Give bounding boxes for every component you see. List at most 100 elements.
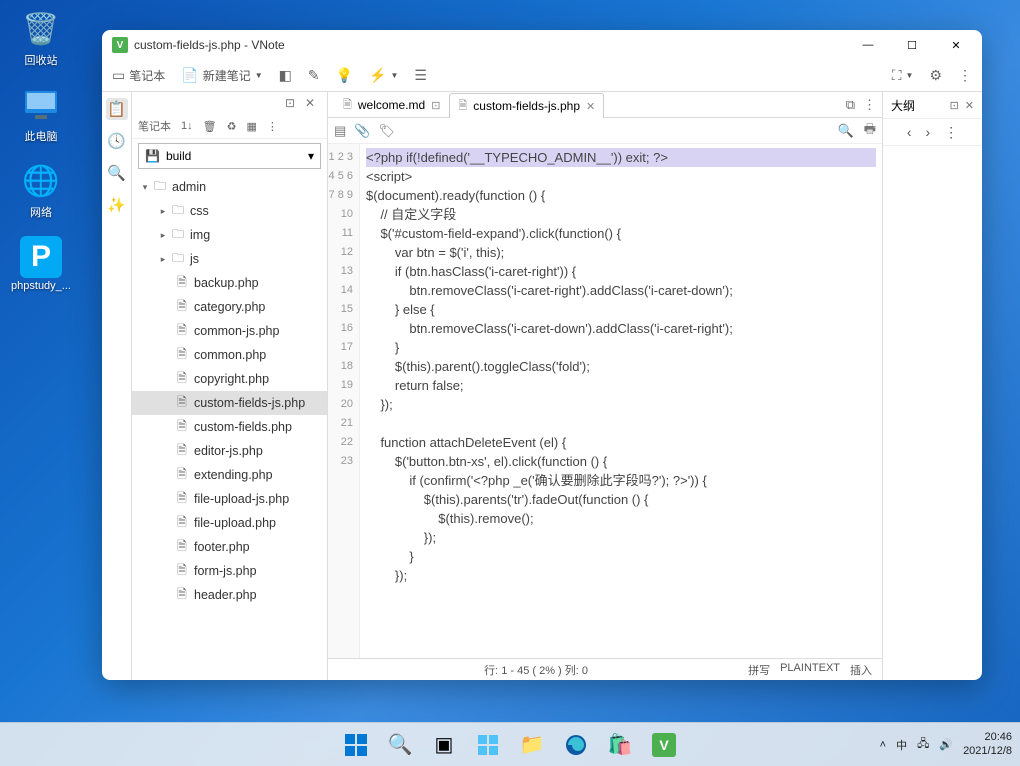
attach-icon[interactable]: 📎 (354, 123, 370, 139)
desktop-network[interactable]: 🌐网络 (8, 160, 74, 220)
vnote-window: V custom-fields-js.php - VNote ― ☐ ✕ ▭笔记… (102, 30, 982, 680)
taskbar-search[interactable]: 🔍 (381, 726, 419, 764)
copy-icon[interactable]: ⧉ (846, 97, 855, 113)
delete-icon[interactable]: 🗑 (203, 120, 217, 133)
activity-history[interactable]: 🕓 (106, 130, 128, 152)
more-icon[interactable]: ⋮ (267, 120, 278, 133)
app-icon: V (112, 37, 128, 53)
tool-2[interactable]: ✎ (304, 64, 324, 87)
chevron-down-icon: ▾ (308, 149, 314, 163)
tree-file[interactable]: 🗎custom-fields.php (132, 415, 327, 439)
tray-ime[interactable]: 中 (896, 737, 907, 753)
notes-pane: ⊡ ✕ 笔记本 1↓ 🗑 ♻ ▦ ⋮ 💾 build ▾ ▾🗀admin▸🗀cs… (132, 92, 328, 680)
status-mode[interactable]: 插入 (850, 662, 872, 678)
tree-folder[interactable]: ▸🗀js (132, 247, 327, 271)
pane-close-icon[interactable]: ✕ (965, 99, 974, 112)
tool-4[interactable]: ⚡▼ (365, 64, 402, 87)
tree-file[interactable]: 🗎footer.php (132, 535, 327, 559)
taskbar-vnote[interactable]: V (645, 726, 683, 764)
statusbar: 行: 1 - 45 ( 2% ) 列: 0 拼写 PLAINTEXT 插入 (328, 658, 882, 680)
code-editor[interactable]: 1 2 3 4 5 6 7 8 9 10 11 12 13 14 15 16 1… (328, 144, 882, 658)
notes-pane-header: ⊡ ✕ (132, 92, 327, 114)
pane-menu-icon[interactable]: ⊡ (950, 99, 959, 112)
window-title: custom-fields-js.php - VNote (134, 38, 846, 52)
notebook-icon: ▭ (112, 67, 125, 84)
tree-file[interactable]: 🗎file-upload.php (132, 511, 327, 535)
print-icon[interactable]: 🖶 (864, 120, 876, 142)
tool-5[interactable]: ☰ (410, 64, 431, 87)
tree-file[interactable]: 🗎common.php (132, 343, 327, 367)
tray-sound-icon[interactable]: 🔊 (939, 738, 953, 751)
outline-title: 大纲 (891, 97, 944, 114)
new-note-button[interactable]: 📄新建笔记▼ (177, 64, 266, 87)
settings-button[interactable]: ⚙ (925, 64, 946, 87)
nav-more-icon[interactable]: ⋮ (944, 124, 958, 141)
tray-overflow-icon[interactable]: ˄ (880, 739, 886, 751)
tree-folder[interactable]: ▾🗀admin (132, 175, 327, 199)
pane-menu-icon[interactable]: ⊡ (281, 96, 299, 110)
tree-file[interactable]: 🗎common-js.php (132, 319, 327, 343)
activity-search[interactable]: 🔍 (106, 162, 128, 184)
desktop-thispc[interactable]: 此电脑 (8, 84, 74, 144)
notebook-button[interactable]: ▭笔记本 (108, 64, 169, 87)
tab-welcome[interactable]: 🗎welcome.md⊡ (334, 92, 449, 117)
tool-3[interactable]: 💡 (332, 64, 357, 87)
editor-toolbar: ▤ 📎 🏷 🔍 🖶 (328, 118, 882, 144)
tree-file[interactable]: 🗎copyright.php (132, 367, 327, 391)
minimize-button[interactable]: ― (846, 31, 890, 59)
sort-icon[interactable]: 1↓ (181, 120, 193, 132)
desktop: 🗑️回收站 此电脑 🌐网络 Pphpstudy_... (0, 0, 82, 316)
file-tree: ▾🗀admin▸🗀css▸🗀img▸🗀js🗎backup.php🗎categor… (132, 173, 327, 680)
expand-button[interactable]: ⛶▼ (888, 64, 918, 87)
activity-snippets[interactable]: ✨ (106, 194, 128, 216)
maximize-button[interactable]: ☐ (890, 31, 934, 59)
recycle-icon[interactable]: ♻ (227, 120, 237, 133)
pane-close-icon[interactable]: ✕ (301, 96, 319, 110)
code-content[interactable]: <?php if(!defined('__TYPECHO_ADMIN__')) … (360, 144, 882, 658)
taskbar-explorer[interactable]: 📁 (513, 726, 551, 764)
line-gutter: 1 2 3 4 5 6 7 8 9 10 11 12 13 14 15 16 1… (328, 144, 360, 658)
tab-close-icon[interactable]: ⊡ (431, 99, 440, 112)
tree-file[interactable]: 🗎form-js.php (132, 559, 327, 583)
file-icon: 🗎 (458, 97, 467, 116)
notebook-selector[interactable]: 💾 build ▾ (138, 143, 321, 169)
activity-notes[interactable]: 📋 (106, 98, 128, 120)
titlebar[interactable]: V custom-fields-js.php - VNote ― ☐ ✕ (102, 30, 982, 60)
tool-1[interactable]: ◧ (275, 64, 296, 87)
outline-icon[interactable]: ▤ (334, 123, 346, 139)
editor-tabs: 🗎welcome.md⊡ 🗎custom-fields-js.php✕ ⧉ ⋮ (328, 92, 882, 118)
save-icon: 💾 (145, 149, 160, 163)
tag-icon[interactable]: 🏷 (378, 123, 395, 139)
status-ime[interactable]: 拼写 (748, 662, 770, 678)
tray-clock[interactable]: 20:46 2021/12/8 (963, 731, 1012, 757)
tree-file[interactable]: 🗎extending.php (132, 463, 327, 487)
taskbar-edge[interactable] (557, 726, 595, 764)
desktop-recycle[interactable]: 🗑️回收站 (8, 8, 74, 68)
tree-file[interactable]: 🗎category.php (132, 295, 327, 319)
tree-file[interactable]: 🗎editor-js.php (132, 439, 327, 463)
tree-file[interactable]: 🗎backup.php (132, 271, 327, 295)
taskbar-widgets[interactable] (469, 726, 507, 764)
status-lang[interactable]: PLAINTEXT (780, 662, 840, 678)
nav-fwd-icon[interactable]: › (926, 124, 931, 140)
tree-file[interactable]: 🗎file-upload-js.php (132, 487, 327, 511)
taskbar-store[interactable]: 🛍️ (601, 726, 639, 764)
more-button[interactable]: ⋮ (954, 64, 976, 87)
view-icon[interactable]: ▦ (246, 120, 256, 133)
tab-custom-fields[interactable]: 🗎custom-fields-js.php✕ (449, 93, 604, 118)
file-icon: 🗎 (343, 96, 352, 115)
nav-back-icon[interactable]: ‹ (907, 124, 912, 140)
close-button[interactable]: ✕ (934, 31, 978, 59)
search-icon[interactable]: 🔍 (838, 123, 854, 139)
tree-file[interactable]: 🗎custom-fields-js.php (132, 391, 327, 415)
tree-folder[interactable]: ▸🗀img (132, 223, 327, 247)
taskbar-taskview[interactable]: ▣ (425, 726, 463, 764)
more-icon[interactable]: ⋮ (863, 97, 876, 113)
desktop-phpstudy[interactable]: Pphpstudy_... (8, 236, 74, 292)
tree-file[interactable]: 🗎header.php (132, 583, 327, 607)
start-button[interactable] (337, 726, 375, 764)
tab-close-icon[interactable]: ✕ (586, 100, 595, 113)
tree-folder[interactable]: ▸🗀css (132, 199, 327, 223)
tray-network-icon[interactable]: 🖧 (917, 735, 929, 754)
notes-pane-title: 笔记本 (138, 118, 171, 134)
